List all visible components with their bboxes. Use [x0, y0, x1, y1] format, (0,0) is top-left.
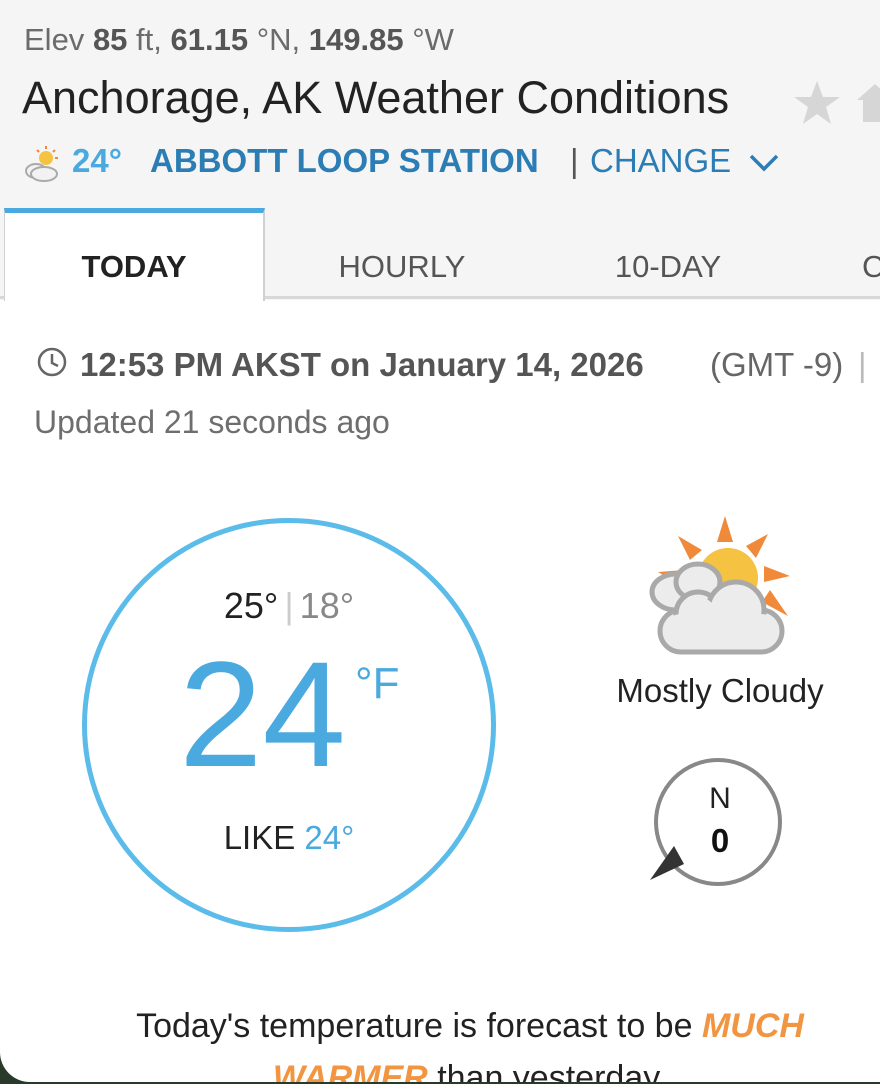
station-temperature: 24°	[72, 142, 122, 179]
high-temp: 25°	[223, 585, 279, 626]
temperature-unit: °F	[355, 659, 400, 708]
change-station-button[interactable]: CHANGE	[590, 142, 731, 180]
low-temp: 18°	[299, 585, 355, 626]
tab-10-day[interactable]: 10-DAY	[540, 208, 796, 298]
mostly-cloudy-icon	[649, 516, 790, 655]
observation-timestamp: 12:53 PM AKST on January 14, 2026	[80, 346, 644, 383]
summary-prefix: Today's temperature is forecast to be	[136, 1007, 693, 1045]
wind-direction: N	[709, 782, 731, 815]
location-header: Elev 85 ft, 61.15 °N, 149.85 °W Anchorag…	[0, 0, 880, 301]
current-temperature-circle: 25° | 18° 24 °F LIKE 24°	[82, 518, 496, 932]
clock-icon	[37, 347, 67, 377]
elev-label: Elev	[24, 22, 85, 57]
latitude-unit: °N,	[256, 22, 301, 57]
gmt-offset: (GMT -9)	[710, 346, 844, 383]
weather-page: Elev 85 ft, 61.15 °N, 149.85 °W Anchorag…	[0, 0, 880, 1082]
hi-lo-separator: |	[284, 585, 294, 626]
feels-like: LIKE 24°	[87, 819, 491, 857]
longitude-value: 149.85	[308, 22, 404, 57]
latitude-value: 61.15	[170, 22, 249, 57]
station-name-link[interactable]: ABBOTT LOOP STATION	[150, 142, 539, 180]
updated-text: Updated 21 seconds ago	[34, 404, 390, 440]
favorite-star-icon[interactable]	[792, 78, 842, 128]
home-icon[interactable]	[855, 82, 880, 124]
mostly-cloudy-small-icon	[25, 146, 58, 182]
elev-unit: ft,	[136, 22, 162, 57]
tab-calendar[interactable]: C	[862, 208, 880, 298]
chevron-down-icon[interactable]	[748, 152, 780, 174]
page-title: Anchorage, AK Weather Conditions	[22, 72, 730, 123]
summary-suffix: than yesterday.	[437, 1059, 668, 1082]
station-separator: |	[570, 142, 579, 179]
feels-like-label: LIKE	[223, 819, 296, 856]
high-low: 25° | 18°	[87, 585, 491, 627]
longitude-unit: °W	[412, 22, 454, 57]
time-separator: |	[858, 346, 867, 383]
feels-like-value: 24°	[304, 819, 355, 856]
forecast-summary: Today's temperature is forecast to be MU…	[100, 1000, 840, 1082]
forecast-tabs: TODAY HOURLY 10-DAY C	[0, 208, 880, 301]
elevation-coordinates: Elev 85 ft, 61.15 °N, 149.85 °W	[24, 22, 454, 58]
current-temperature: 24	[179, 630, 346, 798]
condition-text: Mostly Cloudy	[616, 672, 824, 709]
elev-value: 85	[92, 22, 128, 57]
wind-speed: 0	[710, 822, 730, 859]
tab-today[interactable]: TODAY	[4, 208, 265, 301]
tab-hourly[interactable]: HOURLY	[270, 208, 534, 298]
